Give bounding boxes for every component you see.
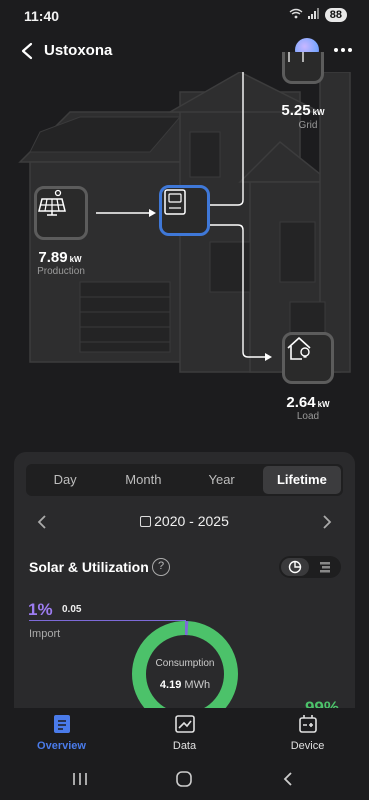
- solar-panel-icon: [38, 189, 66, 216]
- load-unit: kW: [317, 400, 330, 409]
- next-period-button[interactable]: [317, 512, 337, 532]
- page-title: Ustoxona: [44, 42, 113, 59]
- grid-value-number: 5.25: [281, 102, 311, 119]
- import-percent: 1%: [28, 600, 53, 619]
- line-chart-icon: [174, 714, 196, 734]
- system-back-button[interactable]: [276, 768, 300, 790]
- bar-view-button[interactable]: [311, 558, 339, 576]
- tab-day[interactable]: Day: [26, 464, 104, 496]
- chevron-left-icon: [21, 42, 33, 60]
- nav-device-label: Device: [290, 740, 325, 752]
- home-circle-icon: [176, 771, 192, 787]
- grid-value: 5.25 kW: [263, 102, 343, 119]
- nav-overview-label: Overview: [37, 740, 86, 752]
- home-button[interactable]: [172, 768, 196, 790]
- production-node[interactable]: [34, 186, 88, 240]
- consumption-value: 4.19 MWh: [129, 679, 241, 691]
- import-label: Import: [29, 628, 61, 640]
- nav-device[interactable]: Device: [246, 708, 369, 760]
- battery-device-icon: [297, 714, 319, 734]
- overview-icon: [51, 714, 73, 734]
- bar-list-icon: [320, 562, 330, 573]
- load-value-number: 2.64: [286, 394, 316, 411]
- bottom-nav: Overview Data Device: [0, 708, 369, 760]
- wifi-icon: [289, 8, 303, 22]
- system-nav-bar: [0, 760, 369, 800]
- grid-label: Grid: [298, 120, 318, 131]
- nav-overview[interactable]: Overview: [0, 708, 123, 760]
- back-button[interactable]: [14, 38, 40, 64]
- more-options-button[interactable]: [331, 39, 355, 61]
- import-value: 0.05: [62, 604, 82, 615]
- production-value: 7.89 kW: [20, 249, 100, 266]
- production-value-number: 7.89: [38, 249, 68, 266]
- status-bar: 11:40 88: [0, 0, 369, 32]
- grid-unit: kW: [312, 108, 325, 117]
- system-back-icon: [283, 772, 292, 786]
- signal-icon: [307, 8, 320, 22]
- inverter-node[interactable]: [159, 185, 210, 236]
- period-selector: 2020 - 2025: [14, 510, 355, 534]
- status-time: 11:40: [24, 8, 60, 24]
- production-label: Production: [37, 266, 85, 277]
- grid-node[interactable]: [282, 52, 324, 84]
- inverter-icon: [164, 189, 186, 215]
- help-icon[interactable]: ?: [152, 558, 170, 576]
- pie-chart-icon: [288, 560, 302, 574]
- home-bulb-icon: [287, 337, 311, 360]
- tab-month[interactable]: Month: [104, 464, 182, 496]
- stats-card: Day Month Year Lifetime 2020 - 2025 Sola…: [14, 452, 355, 712]
- period-tabs: Day Month Year Lifetime: [26, 464, 343, 496]
- dot-icon: [334, 48, 338, 52]
- period-range-text: 2020 - 2025: [154, 513, 229, 529]
- grid-tower-icon: [288, 52, 304, 62]
- nav-data[interactable]: Data: [123, 708, 246, 760]
- dot-icon: [341, 48, 345, 52]
- calendar-icon: [140, 516, 152, 527]
- load-node[interactable]: [282, 332, 334, 384]
- recent-apps-icon: [73, 773, 87, 785]
- section-title: Solar & Utilization: [29, 559, 149, 575]
- tab-lifetime[interactable]: Lifetime: [262, 466, 341, 494]
- load-label: Load: [296, 411, 320, 422]
- battery-badge: 88: [324, 8, 347, 22]
- production-unit: kW: [69, 255, 82, 264]
- tab-year[interactable]: Year: [183, 464, 261, 496]
- dot-icon: [348, 48, 352, 52]
- status-icons: 88: [289, 8, 347, 22]
- chart-view-toggle: [279, 556, 341, 578]
- chevron-right-icon: [323, 515, 332, 529]
- recent-apps-button[interactable]: [68, 768, 92, 790]
- energy-flow-diagram: 5.25 kW Grid 7.89 kW Production 2.64 kW Loa…: [0, 52, 369, 452]
- nav-data-label: Data: [172, 740, 197, 752]
- consumption-number: 4.19: [159, 679, 182, 691]
- load-value: 2.64 kW: [268, 394, 348, 411]
- consumption-title: Consumption: [155, 658, 215, 669]
- consumption-unit: MWh: [184, 679, 211, 691]
- period-range[interactable]: 2020 - 2025: [14, 513, 355, 529]
- pie-view-button[interactable]: [281, 558, 309, 576]
